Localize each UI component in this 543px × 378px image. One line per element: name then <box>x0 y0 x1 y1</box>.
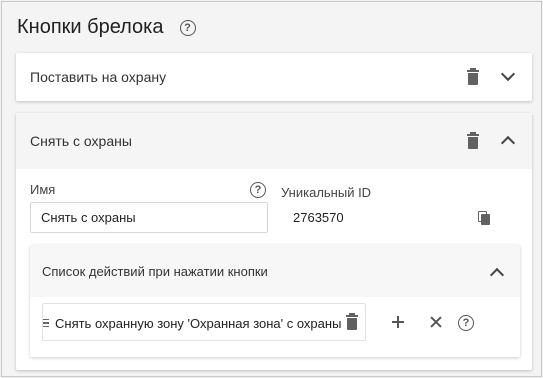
chevron-down-icon[interactable] <box>500 66 516 82</box>
chevron-up-icon[interactable] <box>489 267 505 283</box>
button-card-arm: Поставить на охрану <box>16 53 532 101</box>
button-card-title: Снять с охраны <box>30 133 132 149</box>
actions-panel-title: Список действий при нажатии кнопки <box>42 264 268 279</box>
close-icon[interactable] <box>430 316 442 328</box>
uid-label: Уникальный ID <box>281 185 372 200</box>
keyfob-buttons-panel: Кнопки брелока ? Поставить на охрану Сня… <box>1 1 542 377</box>
trash-icon[interactable] <box>467 68 479 85</box>
actions-panel-header[interactable]: Список действий при нажатии кнопки <box>30 245 520 297</box>
action-item[interactable]: Снять охранную зону 'Охранная зона' с ох… <box>42 303 366 341</box>
page-title: Кнопки брелока <box>17 16 164 38</box>
button-card-title: Поставить на охрану <box>30 69 167 85</box>
help-icon[interactable]: ? <box>179 19 196 36</box>
help-icon[interactable]: ? <box>250 182 266 198</box>
name-input[interactable] <box>30 202 268 233</box>
chevron-up-icon[interactable] <box>500 135 516 151</box>
drag-handle-icon[interactable] <box>43 319 49 327</box>
button-card-disarm: Снять с охраны Имя ? Уникальный ID 27635… <box>16 113 532 370</box>
plus-icon[interactable] <box>392 316 404 328</box>
actions-panel: Список действий при нажатии кнопки Снять… <box>30 245 520 357</box>
action-item-text: Снять охранную зону 'Охранная зона' с ох… <box>55 316 342 331</box>
trash-icon[interactable] <box>467 132 479 149</box>
button-card-header[interactable]: Поставить на охрану <box>16 53 532 101</box>
copy-icon[interactable] <box>478 211 490 225</box>
help-icon[interactable]: ? <box>458 315 474 331</box>
trash-icon[interactable] <box>346 313 358 330</box>
name-label: Имя <box>30 182 56 197</box>
page-header: Кнопки брелока ? <box>17 16 196 39</box>
uid-value: 2763570 <box>293 210 344 225</box>
button-card-header[interactable]: Снять с охраны <box>16 113 532 169</box>
